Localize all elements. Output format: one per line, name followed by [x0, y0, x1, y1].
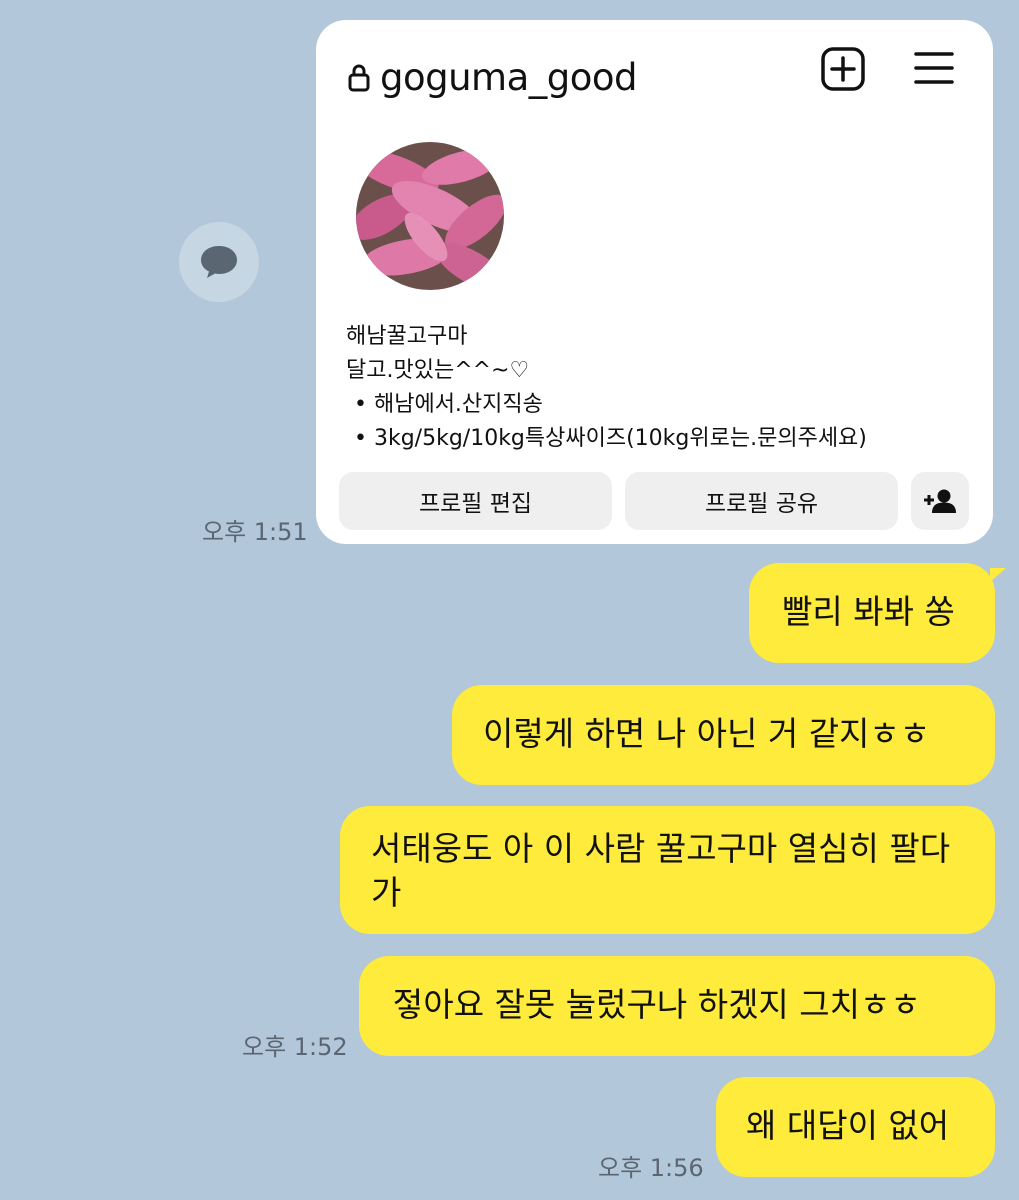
profile-header: goguma_good [348, 56, 638, 99]
message-time: 오후 1:56 [598, 1154, 704, 1182]
bio-line: 해남꿀고구마 [346, 324, 468, 349]
new-post-icon[interactable] [821, 47, 865, 91]
discover-people-button[interactable] [911, 472, 969, 530]
menu-icon[interactable] [914, 48, 954, 88]
message-text: 서태웅도 아 이 사람 꿀고구마 열심히 팔다가 [371, 829, 951, 912]
message-text: 젛아요 잘못 눌렀구나 하겠지 그치ㅎㅎ [393, 985, 921, 1024]
bio-line: • 해남에서.산지직송 [354, 392, 543, 417]
message-time: 오후 1:51 [202, 518, 308, 546]
bio-line: • 3kg/5kg/10kg특상싸이즈(10kg위로는.문의주세요) [354, 426, 867, 451]
lock-icon [348, 64, 370, 91]
profile-bio: 해남꿀고구마 달고.맛있는^^~♡ • 해남에서.산지직송 • 3kg/5kg/… [346, 320, 867, 456]
chat-bubble[interactable]: 서태웅도 아 이 사람 꿀고구마 열심히 팔다가 [340, 806, 995, 934]
message-text: 왜 대답이 없어 [746, 1106, 950, 1145]
chat-bubble[interactable]: 젛아요 잘못 눌렀구나 하겠지 그치ㅎㅎ [359, 956, 995, 1056]
bubble-tail [990, 568, 1006, 582]
chat-bubble[interactable]: 이렇게 하면 나 아닌 거 같지ㅎㅎ [452, 685, 995, 785]
chat-bubble[interactable]: 빨리 봐봐 쏭 [749, 563, 995, 663]
sweet-potato-photo [356, 142, 504, 290]
chat-bubble[interactable]: 왜 대답이 없어 [716, 1077, 995, 1177]
add-person-icon [924, 489, 956, 513]
message-time: 오후 1:52 [242, 1033, 348, 1061]
shared-profile-card[interactable]: goguma_good 해남꿀고구마 달고.맛있는^^~♡ • 해남에서.산지직… [316, 20, 993, 544]
profile-username: goguma_good [380, 56, 638, 99]
bio-line: 달고.맛있는^^~♡ [346, 358, 530, 383]
message-text: 이렇게 하면 나 아닌 거 같지ㅎㅎ [483, 714, 931, 753]
profile-avatar[interactable] [356, 142, 504, 290]
share-message-button[interactable] [179, 222, 259, 302]
message-text: 빨리 봐봐 쏭 [782, 592, 955, 631]
share-icon [201, 246, 237, 278]
edit-profile-button[interactable]: 프로필 편집 [339, 472, 612, 530]
share-profile-button[interactable]: 프로필 공유 [625, 472, 898, 530]
